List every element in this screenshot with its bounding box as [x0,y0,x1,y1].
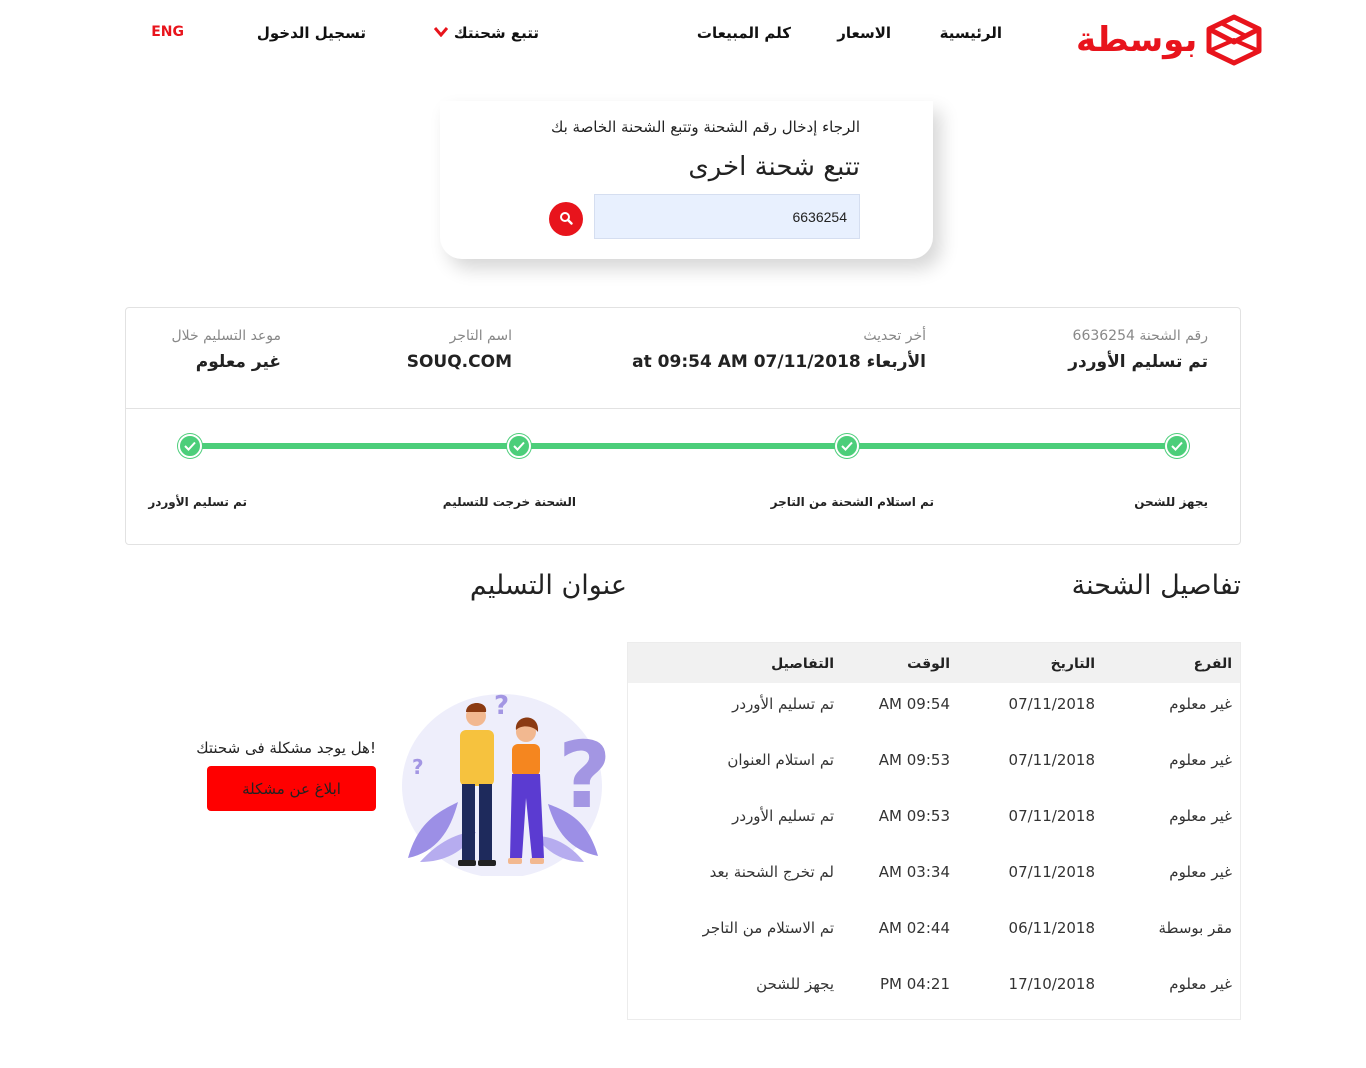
shipment-summary: رقم الشحنة 6636254 تم تسليم الأوردر أخر … [125,307,1241,545]
problem-question: !هل يوجد مشكلة فى شحنتك [196,739,376,757]
language-switch[interactable]: ENG [151,24,184,40]
chevron-down-icon [433,26,449,41]
svg-text:?: ? [412,755,424,779]
progress-tracker: يجهز للشحن تم استلام الشحنة من التاجر ال… [126,408,1240,546]
nav-login[interactable]: تسجيل الدخول [257,24,366,42]
nav-contact-sales[interactable]: كلم المبيعات [697,24,791,42]
cell-details: يجهز للشحن [756,975,834,993]
search-title: تتبع شحنة اخرى [688,152,860,182]
svg-text:?: ? [494,691,509,721]
shipment-number-label: رقم الشحنة 6636254 [1072,328,1208,344]
logo[interactable]: بوسطة [1076,14,1263,66]
cell-time: 04:21 PM [879,975,950,993]
merchant-block: اسم التاجر SOUQ.COM [407,328,512,372]
nav-home[interactable]: الرئيسية [940,24,1002,42]
progress-line [190,443,1178,449]
eta-value: غير معلوم [195,352,281,372]
merchant-value: SOUQ.COM [406,352,512,372]
eta-block: موعد التسليم خلال غير معلوم [171,328,281,372]
confused-people-illustration: ? ? ? [398,682,611,878]
table-row: غير معلوم 07/11/2018 09:53 AM تم استلام … [628,699,1240,769]
table-row: غير معلوم 07/11/2018 09:54 AM تم تسليم ا… [628,643,1240,713]
shipment-history-table: الفرع التاريخ الوقت التفاصيل غير معلوم 0… [627,642,1241,1020]
logo-text: بوسطة [1076,20,1198,60]
shipment-number-block: رقم الشحنة 6636254 تم تسليم الأوردر [1068,328,1208,372]
tracking-number-input[interactable] [594,194,860,239]
last-update-block: أخر تحديث الأربعاء 07/11/2018 at 09:54 A… [632,328,926,372]
table-row: غير معلوم 07/11/2018 09:53 AM تم تسليم ا… [628,755,1240,825]
eta-label: موعد التسليم خلال [171,328,281,344]
nav-prices[interactable]: الاسعار [837,24,891,42]
table-row: مقر بوسطة 06/11/2018 02:44 AM تم الاستلا… [628,867,1240,937]
search-hint: الرجاء إدخال رقم الشحنة وتتبع الشحنة الخ… [550,118,860,136]
report-problem-button[interactable]: ابلاغ عن مشكلة [207,766,376,811]
search-card: الرجاء إدخال رقم الشحنة وتتبع الشحنة الخ… [440,101,933,259]
step-label: يجهز للشحن [1134,495,1208,509]
box-logo-icon [1205,14,1263,66]
cell-date: 17/10/2018 [1008,975,1095,993]
step-check-icon [507,434,531,458]
cell-branch: غير معلوم [1169,975,1232,993]
table-row: غير معلوم 17/10/2018 04:21 PM يجهز للشحن [628,923,1240,993]
last-update-value: الأربعاء 07/11/2018 at 09:54 AM [632,352,926,372]
step-label: تم استلام الشحنة من التاجر [770,495,934,509]
nav-track-label: تتبع شحنتك [453,24,539,42]
search-icon [559,210,573,229]
step-check-icon [1165,434,1189,458]
step-check-icon [835,434,859,458]
table-row: غير معلوم 07/11/2018 03:34 AM لم تخرج ال… [628,811,1240,881]
step-label: الشحنة خرجت للتسليم [442,495,576,509]
search-button[interactable] [549,202,583,236]
last-update-label: أخر تحديث [863,328,926,344]
delivery-address-title: عنوان التسليم [469,570,627,601]
merchant-label: اسم التاجر [449,328,512,344]
step-check-icon [178,434,202,458]
shipment-status: تم تسليم الأوردر [1068,352,1208,372]
step-label: تم تسليم الأوردر [148,495,247,509]
shipment-details-title: تفاصيل الشحنة [1071,570,1241,601]
nav-track-shipment[interactable]: تتبع شحنتك [433,24,539,42]
header: بوسطة الرئيسية الاسعار كلم المبيعات تتبع… [0,0,1366,80]
